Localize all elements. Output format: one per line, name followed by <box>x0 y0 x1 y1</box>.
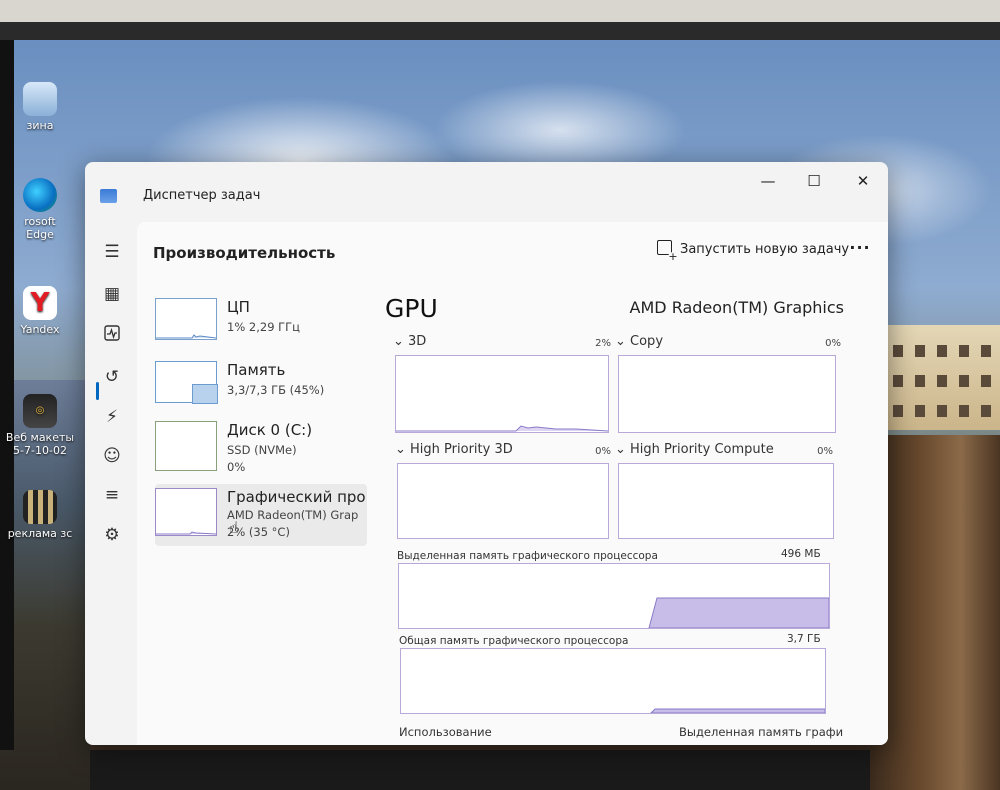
processes-icon[interactable]: ▦ <box>98 280 126 308</box>
card-detail: 0% <box>227 460 246 474</box>
desktop-icon-recycle-bin[interactable]: зина <box>0 82 80 132</box>
performance-page: Производительность Запустить новую задач… <box>137 222 888 745</box>
engine-label-text: 3D <box>408 334 427 349</box>
nav-rail: ☰ ▦ ↺ ⚡ ☺ ≡ ⚙ ⚙ <box>85 222 137 745</box>
desktop-icon-label: зина <box>26 119 54 132</box>
maximize-button[interactable]: ☐ <box>791 166 837 196</box>
engine-3d-label[interactable]: ⌄ 3D <box>393 334 426 349</box>
dedicated-footer-label: Выделенная память графи <box>679 725 844 739</box>
memory-thumbnail <box>155 361 218 404</box>
memory-fill <box>192 384 218 404</box>
card-detail: SSD (NVMe) <box>227 443 297 457</box>
task-manager-window: Диспетчер задач — ☐ ✕ ☰ ▦ ↺ ⚡ ☺ ≡ ⚙ ⚙ Пр… <box>85 162 888 745</box>
video-file-icon <box>23 490 57 524</box>
wallpaper-building <box>885 325 1000 430</box>
hamburger-menu-icon[interactable]: ☰ <box>98 238 126 266</box>
engine-high-priority-3d-graph <box>397 463 609 539</box>
engine-label-text: High Priority 3D <box>410 442 513 457</box>
startup-apps-icon[interactable]: ⚡ <box>98 403 126 431</box>
engine-3d-graph <box>395 355 609 433</box>
resource-card-disk[interactable]: Диск 0 (C:) SSD (NVMe) 0% <box>155 417 367 477</box>
engine-high-priority-compute-pct: 0% <box>817 446 833 457</box>
engine-copy-graph <box>618 355 836 433</box>
disk-thumbnail <box>155 421 217 471</box>
users-icon[interactable]: ☺ <box>98 442 126 470</box>
close-button[interactable]: ✕ <box>840 166 886 196</box>
dedicated-memory-graph <box>398 563 830 629</box>
shared-memory-value: 3,7 ГБ <box>787 633 821 645</box>
cpu-thumbnail <box>155 298 217 340</box>
desktop-icon-label: реклама зс <box>7 527 73 540</box>
engine-copy-label[interactable]: ⌄ Copy <box>615 334 663 349</box>
yandex-icon: Y <box>23 286 57 320</box>
run-new-task-button[interactable]: Запустить новую задачу <box>649 234 857 266</box>
web-mockups-icon: ◎ <box>23 394 57 428</box>
engine-3d-pct: 2% <box>595 338 611 349</box>
resource-card-gpu[interactable]: Графический про AMD Radeon(TM) Grap 2% (… <box>155 484 367 546</box>
dedicated-memory-label: Выделенная память графического процессор… <box>397 550 658 562</box>
card-detail: AMD Radeon(TM) Grap <box>227 508 359 522</box>
recycle-bin-icon <box>23 82 57 116</box>
minimize-button[interactable]: — <box>745 166 791 196</box>
card-name: Память <box>227 361 286 379</box>
desktop-icon-web-mockups[interactable]: ◎ Веб макеты 5-7-10-02 <box>0 394 80 457</box>
desktop-icon-edge[interactable]: rosoft Edge <box>0 178 80 241</box>
engine-high-priority-compute-graph <box>618 463 834 539</box>
desktop-icon-label: Yandex <box>20 323 60 336</box>
gpu-thumbnail <box>155 488 217 536</box>
resource-card-cpu[interactable]: ЦП 1% 2,29 ГГц <box>155 294 367 354</box>
services-icon[interactable]: ⚙ <box>98 521 126 549</box>
desktop-icon-label: Веб макеты 5-7-10-02 <box>5 431 75 457</box>
performance-icon[interactable] <box>98 322 126 350</box>
wallpaper-cliff <box>870 435 1000 790</box>
new-task-icon <box>657 240 678 262</box>
gpu-title: GPU <box>385 294 438 323</box>
desktop-icon-label: rosoft Edge <box>24 215 56 241</box>
dedicated-memory-value: 496 МБ <box>781 548 821 560</box>
details-icon[interactable]: ≡ <box>98 481 126 509</box>
engine-label-text: High Priority Compute <box>630 442 774 457</box>
usage-footer-label: Использование <box>399 725 492 739</box>
task-manager-app-icon <box>100 189 117 203</box>
desktop-icon-video[interactable]: реклама зс <box>0 490 80 540</box>
card-detail: 1% 2,29 ГГц <box>227 320 301 334</box>
card-detail: 3,3/7,3 ГБ (45%) <box>227 383 325 397</box>
card-name: ЦП <box>227 298 250 316</box>
card-name: Диск 0 (C:) <box>227 421 313 439</box>
edge-icon <box>23 178 57 212</box>
shared-memory-graph <box>400 648 826 714</box>
engine-label-text: Copy <box>630 334 664 349</box>
page-title: Производительность <box>153 244 336 262</box>
engine-high-priority-3d-label[interactable]: ⌄ High Priority 3D <box>395 442 513 457</box>
gpu-model-name: AMD Radeon(TM) Graphics <box>629 298 844 317</box>
app-history-icon[interactable]: ↺ <box>98 363 126 391</box>
engine-copy-pct: 0% <box>825 338 841 349</box>
resource-card-memory[interactable]: Память 3,3/7,3 ГБ (45%) <box>155 357 367 417</box>
engine-high-priority-compute-label[interactable]: ⌄ High Priority Compute <box>615 442 774 457</box>
hand-cursor-icon: ☝ <box>229 518 239 537</box>
desktop-icon-yandex[interactable]: Y Yandex <box>0 286 80 336</box>
title-bar[interactable]: Диспетчер задач — ☐ ✕ <box>85 162 888 222</box>
card-name: Графический про <box>227 488 366 506</box>
engine-high-priority-3d-pct: 0% <box>595 446 611 457</box>
shared-memory-label: Общая память графического процессора <box>399 635 629 647</box>
run-new-task-label: Запустить новую задачу <box>680 242 850 257</box>
window-title: Диспетчер задач <box>143 188 261 203</box>
more-options-button[interactable]: ··· <box>845 234 875 264</box>
